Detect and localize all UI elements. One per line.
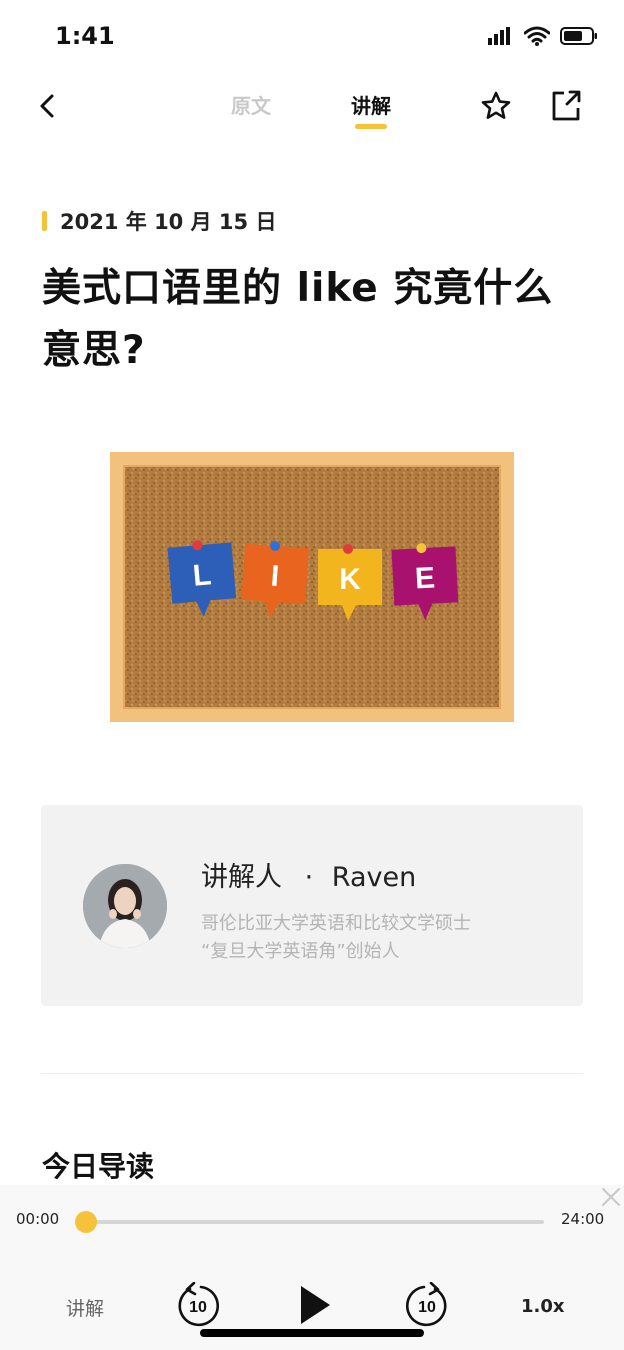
tab-original[interactable]: 原文 — [231, 90, 271, 119]
article-title: 美式口语里的 like 究竟什么意思? — [42, 266, 554, 373]
rewind-10-button[interactable]: 10 — [175, 1281, 221, 1328]
nav-bar: 原文 讲解 — [0, 72, 624, 142]
play-button[interactable] — [297, 1284, 333, 1326]
forward-icon: 10 — [405, 1281, 447, 1327]
home-indicator — [200, 1329, 424, 1337]
progress-track[interactable] — [86, 1220, 544, 1224]
forward-seconds: 10 — [418, 1299, 436, 1316]
speaker-name-line: 讲解人 · Raven — [201, 855, 416, 894]
favorite-button[interactable] — [480, 90, 512, 122]
play-icon — [301, 1286, 330, 1324]
like-letter: L — [191, 558, 212, 592]
chevron-left-icon — [40, 94, 54, 118]
signal-icon — [488, 27, 510, 45]
avatar — [83, 864, 167, 948]
divider — [41, 1073, 583, 1074]
like-letter: E — [414, 561, 436, 595]
speaker-bio-line-2: “复旦大学英语角”创始人 — [201, 941, 400, 962]
speaker-card[interactable]: 讲解人 · Raven 哥伦比亚大学英语和比较文学硕士 “复旦大学英语角”创始人 — [41, 805, 583, 1006]
corkboard-like-illustration: LIKE — [110, 452, 514, 722]
total-time: 24:00 — [561, 1210, 605, 1228]
speaker-name: Raven — [331, 862, 417, 893]
status-bar: 1:41 — [0, 0, 624, 72]
star-outline-icon — [481, 91, 511, 119]
article-date: 2021 年 10 月 15 日 — [42, 208, 276, 234]
player-close-button[interactable] — [598, 1185, 624, 1211]
player-mode-label[interactable]: 讲解 — [66, 1294, 104, 1321]
date-text: 2021 年 10 月 15 日 — [60, 210, 277, 234]
tab-explanation[interactable]: 讲解 — [351, 90, 391, 119]
speaker-separator: · — [304, 862, 314, 893]
forward-10-button[interactable]: 10 — [404, 1281, 450, 1328]
share-button[interactable] — [550, 88, 582, 122]
date-accent-bar — [42, 211, 47, 231]
rewind-seconds: 10 — [189, 1299, 207, 1316]
battery-icon — [560, 27, 597, 45]
share-icon — [552, 90, 581, 121]
speaker-bio-line-1: 哥伦比亚大学英语和比较文学硕士 — [201, 913, 471, 934]
close-icon — [602, 1188, 620, 1206]
article-hero-image: LIKE — [110, 452, 514, 722]
wifi-icon — [524, 26, 550, 46]
back-button[interactable] — [34, 90, 62, 122]
like-letter: K — [339, 563, 361, 596]
rewind-icon: 10 — [178, 1281, 220, 1327]
status-time: 1:41 — [55, 22, 115, 50]
progress-thumb[interactable] — [75, 1211, 97, 1233]
speaker-label: 讲解人 — [201, 862, 282, 893]
status-icons — [488, 26, 598, 46]
current-time: 00:00 — [16, 1210, 60, 1228]
playback-speed-button[interactable]: 1.0x — [521, 1296, 565, 1317]
audio-player: 00:00 24:00 讲解 10 10 1.0x — [0, 1185, 624, 1350]
active-tab-indicator — [355, 124, 387, 129]
section-heading: 今日导读 — [42, 1150, 155, 1183]
